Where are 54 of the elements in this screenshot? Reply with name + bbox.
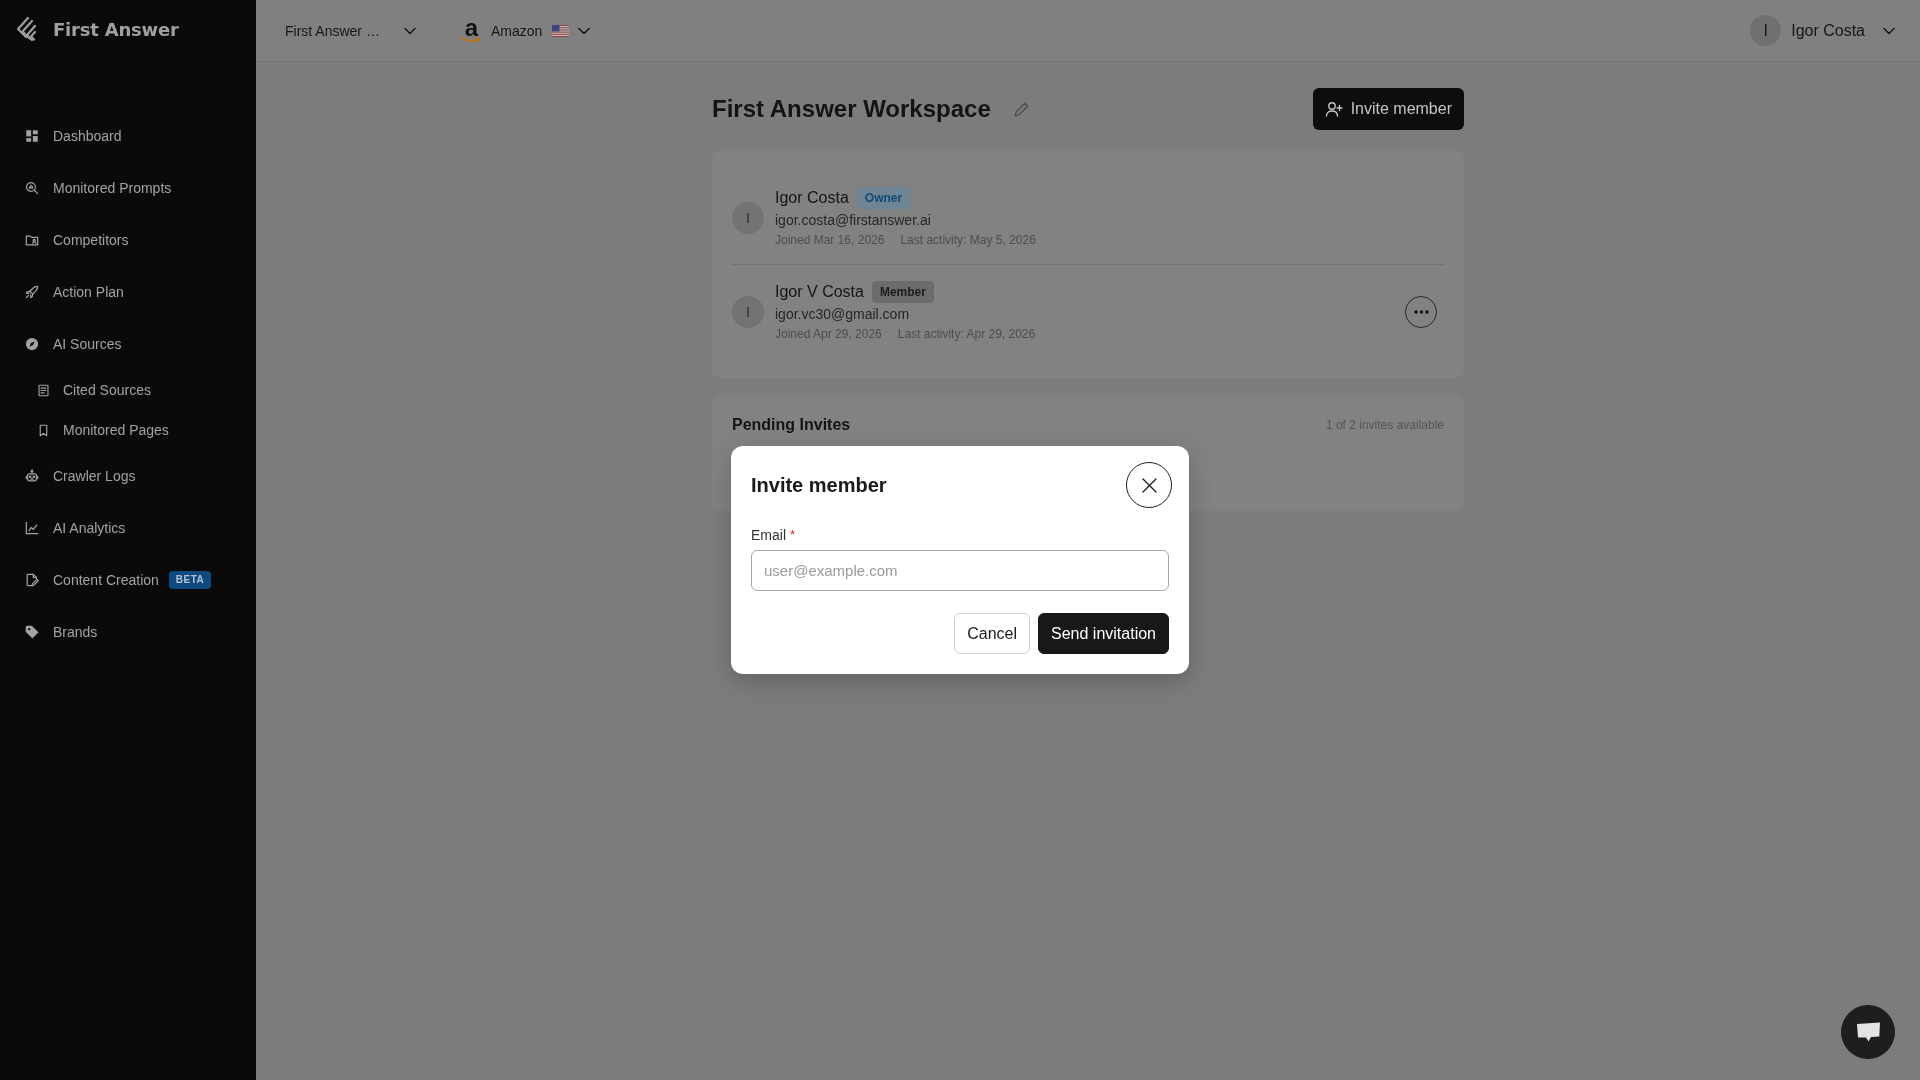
- sidebar-item[interactable]: Cited Sources: [0, 370, 246, 410]
- member-name: Igor V Costa: [775, 283, 864, 301]
- grid-icon: [25, 129, 39, 143]
- sidebar-item[interactable]: Monitored Prompts: [0, 162, 246, 214]
- document-icon: [37, 383, 50, 397]
- member-name: Igor Costa: [775, 189, 849, 207]
- sidebar-item[interactable]: Competitors: [0, 214, 246, 266]
- store-logo: a: [460, 18, 482, 43]
- cancel-button[interactable]: Cancel: [954, 613, 1031, 654]
- workspace-selector[interactable]: First Answer …: [285, 22, 416, 39]
- sidebar-item[interactable]: Action Plan: [0, 266, 246, 318]
- field-label: Email: [751, 527, 786, 543]
- role-tag: Owner: [856, 187, 911, 209]
- member-email: igor.costa@firstanswer.ai: [775, 211, 931, 229]
- dialog-title: Invite member: [751, 473, 887, 497]
- ellipsis-icon: [1413, 309, 1429, 314]
- app-name: First Answer: [53, 18, 179, 42]
- magnifier-icon: [25, 181, 39, 195]
- sidebar-item[interactable]: Monitored Pages: [0, 410, 246, 450]
- user-plus-icon: [1324, 100, 1343, 118]
- bookmark-icon: [37, 423, 50, 437]
- chat-bubble-icon: [1854, 1021, 1882, 1043]
- folder-icon: [25, 233, 39, 247]
- invite-member-button[interactable]: Invite member: [1312, 88, 1464, 130]
- required-mark: *: [790, 527, 796, 543]
- role-tag: Member: [871, 281, 934, 303]
- workspace-title: First Answer Workspace: [712, 94, 991, 124]
- sidebar-item[interactable]: Crawler Logs: [0, 450, 246, 502]
- sidebar-item[interactable]: Content Creation BETA: [0, 554, 246, 606]
- robot-icon: [25, 469, 39, 483]
- member-email: igor.vc30@gmail.com: [775, 305, 910, 323]
- line-chart-icon: [25, 521, 39, 535]
- send-invitation-button[interactable]: Send invitation: [1038, 613, 1169, 654]
- close-button[interactable]: [1126, 462, 1172, 508]
- flag-icon: [552, 24, 570, 37]
- section-title: Pending Invites: [732, 415, 851, 435]
- chevron-down-icon: [403, 26, 416, 35]
- chevron-down-icon: [1883, 26, 1895, 35]
- close-icon: [1141, 477, 1157, 493]
- sidebar-item[interactable]: Dashboard: [0, 110, 246, 162]
- chevron-down-icon: [578, 26, 591, 35]
- sidebar-item[interactable]: AI Analytics: [0, 502, 246, 554]
- logo-icon: [15, 16, 37, 44]
- tag-icon: [25, 625, 39, 639]
- sidebar-item[interactable]: AI Sources: [0, 318, 246, 370]
- compass-icon: [25, 337, 39, 351]
- email-field[interactable]: user@example.com: [751, 550, 1169, 591]
- user-avatar: I: [1750, 15, 1782, 46]
- user-menu[interactable]: I Igor Costa: [1750, 15, 1895, 46]
- file-pencil-icon: [25, 573, 39, 587]
- sidebar-item[interactable]: Brands: [0, 606, 246, 658]
- store-selector[interactable]: a Amazon: [460, 18, 591, 43]
- beta-tag: BETA: [168, 571, 212, 589]
- rocket-icon: [25, 285, 39, 299]
